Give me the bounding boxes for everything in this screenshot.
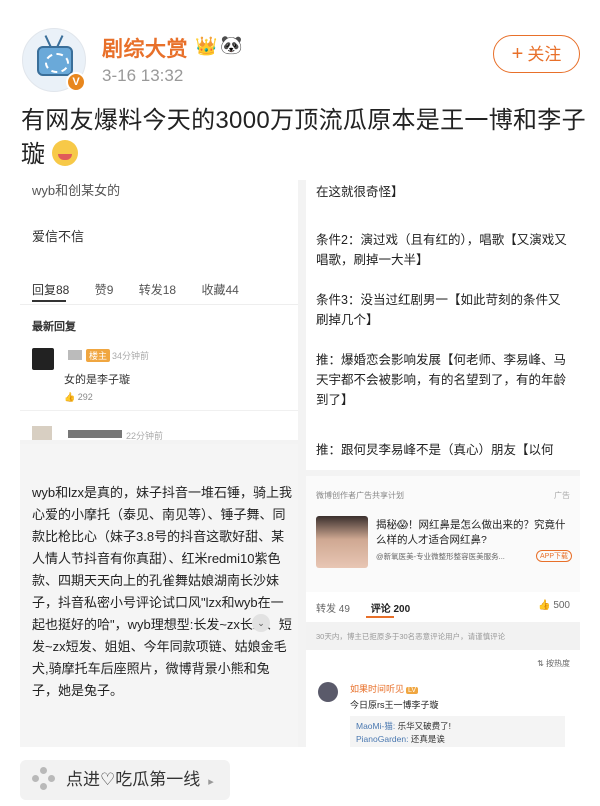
condition-line: 推：跟何炅李易峰不是（真心）朋友【以何	[316, 443, 554, 457]
ad-card: 微博创作者广告共享计划 广告 揭秘😱！网红鼻是怎么做出来的？究竟什么样的人才适合…	[306, 476, 580, 592]
commenter-avatar-blurred	[32, 426, 52, 440]
tab-comment: 评论 200	[370, 604, 411, 615]
latest-replies-label: 最新回复	[32, 321, 76, 333]
commenter-name: 如果时间听见 LV	[350, 682, 419, 695]
tab-underline	[32, 300, 66, 302]
reply-item: MaoMi-猫: 乐华又破费了!	[356, 720, 559, 733]
thread-tabs: 回复88 赞9 转发18 收藏44	[32, 281, 292, 298]
condition-line: 在这就很奇怪】	[316, 185, 404, 199]
yum-face-emoji-icon	[52, 140, 79, 166]
reply-text: 乐华又破费了!	[395, 721, 451, 731]
comment-text: 女的是李子璇	[64, 374, 130, 386]
ad-image	[316, 516, 368, 568]
likes-count: 👍 500	[538, 600, 570, 611]
crown-icon: 👑	[195, 36, 218, 56]
commenter-name-text: 如果时间听见	[350, 684, 405, 694]
tab-forward: 转发 49	[316, 604, 350, 615]
tv-icon	[37, 46, 73, 76]
tab-forward: 转发18	[138, 283, 177, 297]
comment-likes: 👍 292	[64, 392, 93, 402]
comment-tabs: 转发 49 评论 200	[316, 600, 576, 615]
plus-icon: +	[511, 43, 524, 65]
cut-line-text: wyb和创某女的	[32, 183, 121, 198]
owner-badge: 楼主	[86, 349, 111, 362]
tab-favorites: 收藏44	[201, 283, 239, 297]
condition-line: 条件2：演过戏（且有红的），唱歌【又演戏又唱歌，刷掉一大半】	[316, 233, 567, 267]
app-download-button: APP下载	[535, 550, 572, 562]
ad-title: 揭秘😱！网红鼻是怎么做出来的？究竟什么样的人才适合网红鼻?	[376, 519, 566, 546]
comment-notice: 30天内，博主已拒原多于30名恶意评论用户，请谨慎评论	[306, 622, 580, 650]
divider	[20, 410, 298, 411]
level-badge: LV	[406, 687, 419, 694]
screenshot-forum-thread: wyb和创某女的 爱信不信 回复88 赞9 转发18 收藏44 最新回复 楼主 …	[20, 180, 298, 441]
comment-text: 今日原rs王一博李子璇	[350, 700, 439, 710]
chevron-down-icon: ⌄	[252, 614, 270, 632]
reply-user: MaoMi-猫:	[356, 721, 396, 731]
ad-tag: 广告	[554, 491, 570, 500]
commenter-avatar	[32, 348, 54, 370]
tab-replies: 回复88	[32, 283, 70, 297]
post-text: 有网友爆料今天的3000万顶流瓜原本是王一博和李子璇	[21, 104, 586, 172]
blurred-username	[68, 350, 82, 360]
post-body: 有网友爆料今天的3000万顶流瓜原本是王一博和李子璇	[21, 107, 586, 168]
likes-value: 500	[553, 600, 570, 611]
blurred-username	[68, 430, 122, 438]
tab-underline	[366, 616, 394, 618]
post-time: 3-16 13:32	[102, 66, 184, 85]
reply-user: PianoGarden:	[356, 734, 409, 744]
topic-label: 点进♡吃瓜第一线	[66, 770, 201, 789]
verified-icon: V	[66, 72, 86, 92]
follow-label: 关注	[527, 45, 562, 64]
thread-text: 爱信不信	[32, 229, 85, 244]
reply-preview: MaoMi-猫: 乐华又破费了! PianoGarden: 还真是诶	[350, 716, 565, 747]
comment-time: 34分钟前	[112, 351, 150, 361]
condition-line: 推：爆婚恋会影响发展【何老师、李易峰、马天宇都不会被影响，有的名望到了，有的年龄…	[316, 353, 567, 407]
topic-dots-icon	[32, 767, 56, 791]
long-comment-text: wyb和lzx是真的，妹子抖音一堆石锤，骑上我心爱的小摩托（泰见、南见等）、锤子…	[32, 485, 293, 698]
ad-subtitle: @新氧医美-专业微整形整容医美服务...	[376, 552, 505, 561]
panda-icon: 🐼	[220, 35, 243, 55]
tab-likes: 赞9	[94, 283, 114, 297]
post-image-collage[interactable]: wyb和创某女的 爱信不信 回复88 赞9 转发18 收藏44 最新回复 楼主 …	[20, 180, 580, 747]
commenter-avatar	[318, 682, 338, 702]
comment-likes-count: 292	[77, 392, 93, 402]
screenshot-long-comment: wyb和lzx是真的，妹子抖音一堆石锤，骑上我心爱的小摩托（泰见、南见等）、锤子…	[20, 444, 298, 747]
reply-item: PianoGarden: 还真是诶	[356, 733, 559, 746]
follow-button[interactable]: + 关注	[493, 35, 580, 73]
screenshot-conditions-list: 在这就很奇怪】 条件2：演过戏（且有红的），唱歌【又演戏又唱歌，刷掉一大半】 条…	[306, 180, 580, 470]
ad-label: 微博创作者广告共享计划	[316, 491, 404, 500]
screenshot-weibo-comments: 微博创作者广告共享计划 广告 揭秘😱！网红鼻是怎么做出来的？究竟什么样的人才适合…	[306, 476, 580, 747]
sort-by-hot: ⇅ 按热度	[537, 659, 570, 668]
condition-line: 条件3：没当过红剧男一【如此苛刻的条件又刷掉几个】	[316, 293, 561, 327]
sort-label: 按热度	[546, 659, 570, 668]
chevron-right-icon: ▸	[208, 776, 214, 788]
comment-time: 22分钟前	[126, 431, 164, 441]
topic-chip[interactable]: 点进♡吃瓜第一线 ▸	[20, 760, 230, 800]
divider	[20, 304, 298, 305]
reply-text: 还真是诶	[408, 734, 445, 744]
username[interactable]: 剧综大赏	[102, 33, 188, 63]
post-header: V 剧综大赏 👑 🐼 3-16 13:32 + 关注	[0, 0, 600, 95]
